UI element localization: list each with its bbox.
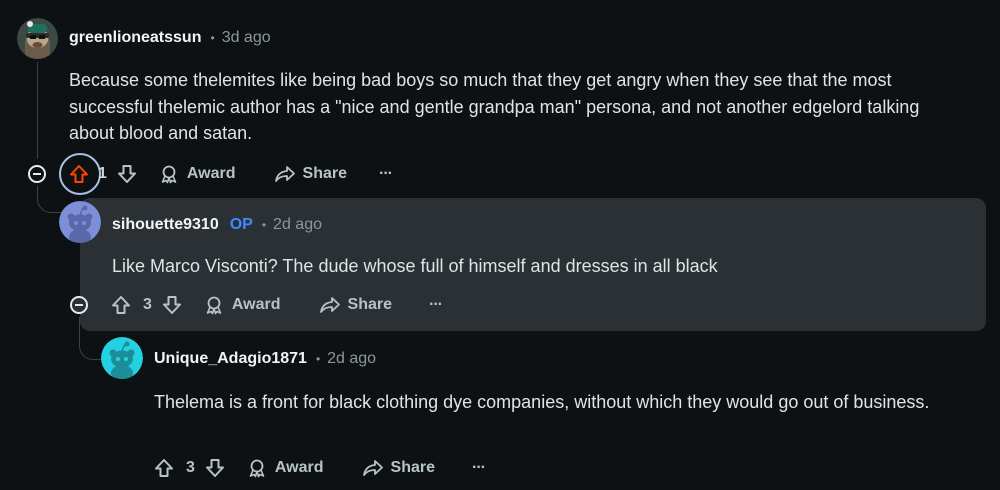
avatar[interactable] [17,18,58,59]
comment-body: Because some thelemites like being bad b… [69,70,920,143]
award-icon [249,459,265,478]
collapse-thread-button[interactable] [28,165,46,183]
more-options-icon: ··· [378,165,393,182]
vote-count: 1 [98,165,107,182]
downvote-arrow-icon [205,459,224,477]
comment-meta: Unique_Adagio1871 • 2d ago [154,350,376,368]
upvote-button[interactable] [68,164,90,184]
timestamp[interactable]: 2d ago [327,350,376,368]
snoo-avatar-icon [59,201,101,243]
downvote-arrow-icon [162,296,181,314]
username[interactable]: sihouette9310 [112,216,219,234]
more-options-button[interactable]: ··· [378,165,393,183]
award-button[interactable]: Award [204,295,281,315]
comment-body: Like Marco Visconti? The dude whose full… [112,256,718,276]
thread-line[interactable] [37,62,38,159]
share-label: Share [390,459,435,476]
award-icon [206,296,222,315]
vote-count: 3 [186,459,195,476]
comment-meta: sihouette9310 OP • 2d ago [112,216,322,234]
comment-actions: 1 Award Share ··· [68,162,393,186]
comment-actions: 3 Award Share ··· [154,456,486,480]
share-icon [319,297,340,313]
more-options-button[interactable]: ··· [471,459,486,477]
avatar[interactable] [101,337,143,379]
share-button[interactable]: Share [274,164,347,184]
username[interactable]: greenlioneatssun [69,29,201,47]
upvote-button[interactable] [154,458,174,478]
share-icon [362,460,383,476]
award-label: Award [186,165,236,182]
upvote-arrow-icon [70,165,88,183]
award-label: Award [274,459,324,476]
award-icon [161,165,177,184]
op-badge: OP [229,216,253,233]
timestamp[interactable]: 3d ago [222,29,271,47]
username[interactable]: Unique_Adagio1871 [154,350,307,368]
user-avatar-image [17,18,58,59]
timestamp[interactable]: 2d ago [273,216,322,234]
share-button[interactable]: Share [319,295,392,315]
award-button[interactable]: Award [159,164,236,184]
share-label: Share [302,165,347,182]
more-options-icon: ··· [471,459,486,476]
snoo-avatar-icon [101,337,143,379]
more-options-icon: ··· [428,296,443,313]
downvote-button[interactable] [205,458,225,478]
vote-count: 3 [143,296,152,313]
upvote-arrow-icon [155,459,173,477]
comment-thread: greenlioneatssun • 3d ago Because some t… [0,0,1000,490]
comment-actions: 3 Award Share ··· [111,293,443,317]
collapse-thread-button[interactable] [70,296,88,314]
separator-dot: • [315,352,321,366]
separator-dot: • [210,31,215,45]
downvote-arrow-icon [117,165,136,183]
downvote-button[interactable] [162,295,182,315]
award-label: Award [231,296,281,313]
separator-dot: • [261,218,267,232]
upvote-button[interactable] [111,295,131,315]
upvote-arrow-icon [112,296,130,314]
downvote-button[interactable] [117,164,137,184]
more-options-button[interactable]: ··· [428,296,443,314]
comment-meta: greenlioneatssun • 3d ago [69,29,271,47]
share-icon [274,166,295,182]
share-button[interactable]: Share [362,458,435,478]
comment-body: Thelema is a front for black clothing dy… [154,392,930,412]
share-label: Share [347,296,392,313]
avatar[interactable] [59,201,101,243]
award-button[interactable]: Award [247,458,324,478]
thread-branch-line[interactable] [37,186,62,213]
